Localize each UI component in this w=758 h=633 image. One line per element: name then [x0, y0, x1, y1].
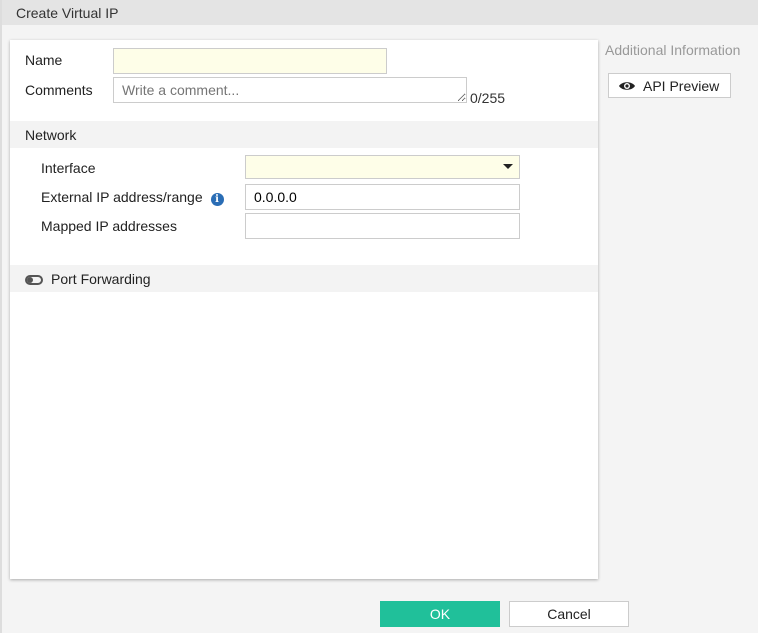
dialog-title: Create Virtual IP [2, 0, 758, 25]
mapped-ip-input[interactable] [245, 213, 520, 239]
network-section-header: Network [10, 121, 598, 148]
chevron-down-icon [503, 164, 513, 169]
api-preview-button[interactable]: API Preview [608, 73, 731, 98]
port-forwarding-section: Port Forwarding [10, 265, 598, 292]
info-icon[interactable]: i [210, 193, 224, 206]
interface-label: Interface [41, 160, 96, 176]
comments-textarea[interactable] [113, 77, 467, 103]
external-ip-label: External IP address/range i [41, 189, 224, 206]
name-label: Name [25, 52, 63, 68]
ok-button[interactable]: OK [380, 601, 500, 627]
port-forwarding-toggle[interactable] [25, 275, 43, 286]
comments-char-count: 0/255 [470, 90, 506, 106]
eye-icon [619, 81, 635, 90]
name-input[interactable] [113, 48, 387, 74]
api-preview-label: API Preview [643, 77, 720, 94]
form-panel: Name Comments 0/255 Network Interface Ex… [10, 40, 598, 579]
external-ip-input[interactable] [245, 184, 520, 210]
port-forwarding-label: Port Forwarding [51, 271, 151, 287]
additional-info-title: Additional Information [605, 42, 741, 58]
cancel-button[interactable]: Cancel [509, 601, 629, 627]
mapped-ip-label: Mapped IP addresses [41, 218, 177, 234]
comments-label: Comments [25, 82, 93, 98]
interface-select[interactable] [245, 155, 520, 179]
external-ip-label-text: External IP address/range [41, 189, 203, 205]
